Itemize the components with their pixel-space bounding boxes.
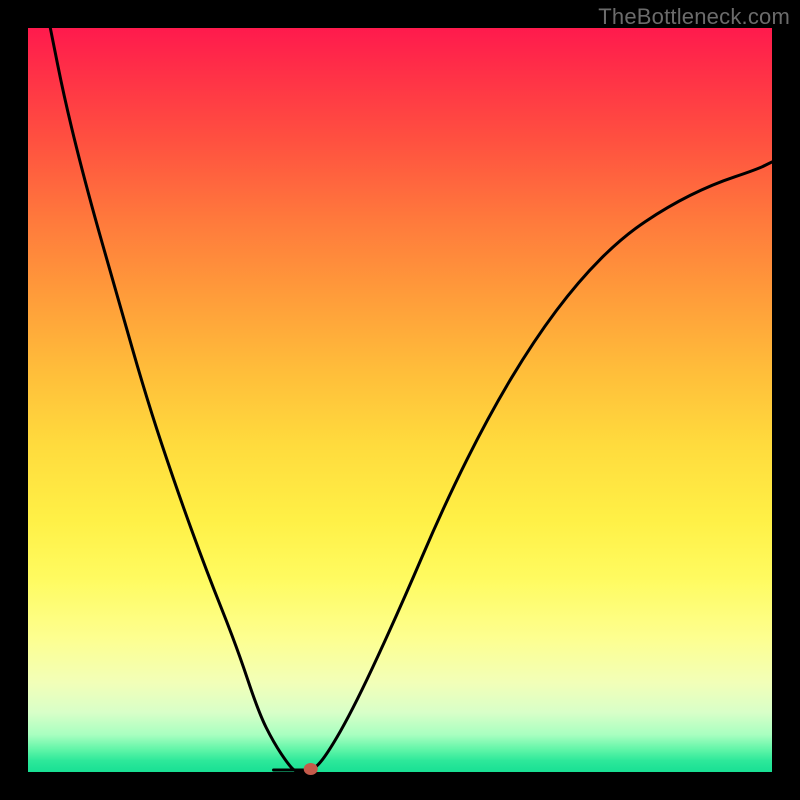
curve-layer bbox=[28, 28, 772, 772]
bottleneck-curve bbox=[50, 28, 772, 772]
optimal-point-marker bbox=[304, 763, 318, 775]
watermark-text: TheBottleneck.com bbox=[598, 4, 790, 30]
chart-frame: TheBottleneck.com bbox=[0, 0, 800, 800]
